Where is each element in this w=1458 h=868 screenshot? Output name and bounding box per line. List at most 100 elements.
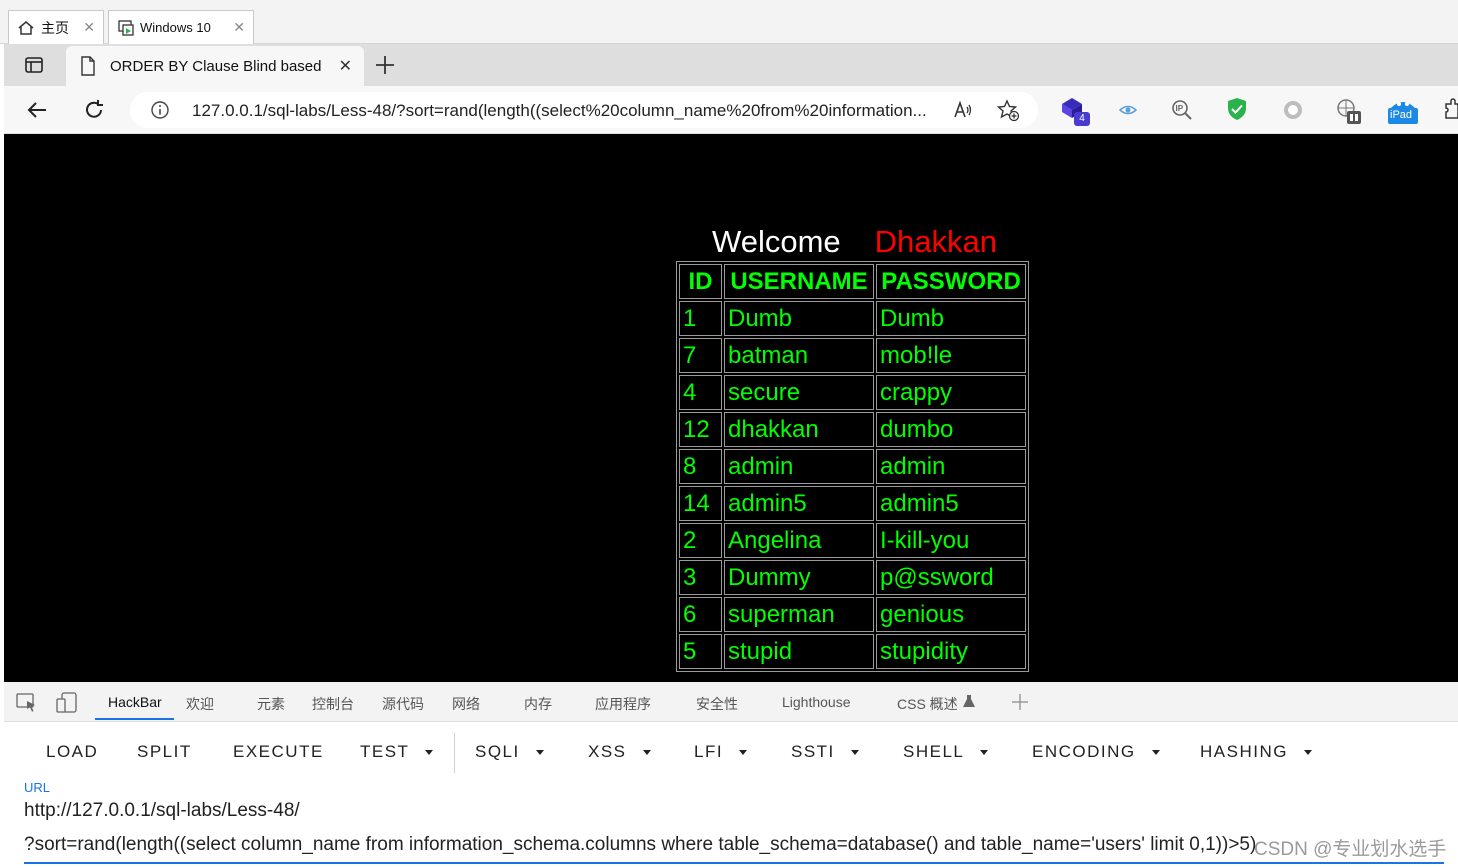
- tab-lighthouse[interactable]: Lighthouse: [782, 694, 851, 710]
- cell-id: 7: [679, 338, 722, 373]
- read-aloud-icon[interactable]: [952, 99, 974, 121]
- test-dropdown[interactable]: TEST: [360, 742, 434, 762]
- url-field-line-1[interactable]: http://127.0.0.1/sql-labs/Less-48/: [24, 800, 300, 822]
- cell-password: admin5: [876, 486, 1026, 521]
- close-icon[interactable]: ✕: [233, 19, 245, 36]
- lfi-dropdown-label: LFI: [694, 742, 724, 761]
- tab-hackbar[interactable]: HackBar: [108, 694, 162, 710]
- column-header-id: ID: [679, 264, 722, 299]
- device-emulation-icon[interactable]: [56, 692, 78, 714]
- tab-security[interactable]: 安全性: [696, 694, 738, 714]
- ssti-dropdown-label: SSTI: [791, 742, 835, 761]
- address-bar[interactable]: 127.0.0.1/sql-labs/Less-48/?sort=rand(le…: [130, 92, 1038, 128]
- caret-down-icon: [642, 750, 651, 756]
- url-field-line-2[interactable]: ?sort=rand(length((select column_name fr…: [24, 834, 1444, 856]
- page-content: Welcome Dhakkan ID USERNAME PASSWORD 1 Dum…: [4, 134, 1458, 682]
- caret-down-icon: [1303, 750, 1312, 756]
- lfi-dropdown[interactable]: LFI: [694, 742, 748, 762]
- table-row: 8 admin admin: [679, 449, 1026, 484]
- table-row: 3 Dummy p@ssword: [679, 560, 1026, 595]
- results-table: ID USERNAME PASSWORD 1 Dumb Dumb 7 batman mo…: [676, 261, 1029, 672]
- browser-tab-strip: ORDER BY Clause Blind based ✕: [4, 44, 1458, 86]
- tab-application[interactable]: 应用程序: [595, 694, 651, 714]
- split-button-label: SPLIT: [137, 742, 192, 761]
- execute-button[interactable]: EXECUTE: [233, 742, 324, 762]
- split-button[interactable]: SPLIT: [137, 742, 192, 762]
- caret-down-icon: [535, 750, 544, 756]
- sqli-dropdown-label: SQLI: [475, 742, 520, 761]
- tab-elements[interactable]: 元素: [257, 694, 285, 714]
- toolbar-divider: [454, 733, 455, 773]
- cell-password: I-kill-you: [876, 523, 1026, 558]
- column-header-username: USERNAME: [724, 264, 874, 299]
- xss-dropdown[interactable]: XSS: [588, 742, 651, 762]
- ssti-dropdown[interactable]: SSTI: [791, 742, 859, 762]
- devtools-panel: HackBar 欢迎 元素 控制台 源代码 网络 内存 应用程序 安全性 Lig…: [4, 682, 1458, 868]
- table-row: 6 superman genious: [679, 597, 1026, 632]
- back-icon[interactable]: [26, 98, 50, 122]
- tab-console[interactable]: 控制台: [312, 694, 354, 714]
- new-tab-icon[interactable]: [374, 54, 396, 76]
- inspect-element-icon[interactable]: [16, 693, 38, 713]
- tab-sources[interactable]: 源代码: [382, 694, 424, 714]
- cell-username: Dummy: [724, 560, 874, 595]
- ipad-label: iPad: [1390, 109, 1413, 121]
- cell-username: admin: [724, 449, 874, 484]
- cell-id: 6: [679, 597, 722, 632]
- close-icon[interactable]: ✕: [83, 19, 95, 36]
- load-button[interactable]: LOAD: [46, 742, 98, 762]
- tab-css-overview[interactable]: CSS 概述: [897, 694, 958, 714]
- shell-dropdown[interactable]: SHELL: [903, 742, 989, 762]
- sqli-dropdown[interactable]: SQLI: [475, 742, 544, 762]
- ip-lookup-icon[interactable]: IP: [1170, 98, 1194, 122]
- xss-dropdown-label: XSS: [588, 742, 627, 761]
- address-text[interactable]: 127.0.0.1/sql-labs/Less-48/?sort=rand(le…: [192, 101, 952, 121]
- caret-down-icon: [850, 750, 859, 756]
- table-row: 12 dhakkan dumbo: [679, 412, 1026, 447]
- table-header-row: ID USERNAME PASSWORD: [679, 264, 1026, 299]
- eye-icon[interactable]: [1118, 100, 1138, 120]
- circle-extension-icon[interactable]: [1282, 99, 1304, 121]
- welcome-name: Dhakkan: [874, 224, 997, 259]
- cell-id: 2: [679, 523, 722, 558]
- cell-password: crappy: [876, 375, 1026, 410]
- cell-password: stupidity: [876, 634, 1026, 669]
- table-row: 14 admin5 admin5: [679, 486, 1026, 521]
- column-header-password: PASSWORD: [876, 264, 1026, 299]
- close-icon[interactable]: ✕: [339, 56, 352, 76]
- navigation-bar: 127.0.0.1/sql-labs/Less-48/?sort=rand(le…: [4, 86, 1458, 134]
- proxy-extension-icon[interactable]: [1336, 98, 1362, 126]
- hackbar-toolbar: LOAD SPLIT EXECUTE TEST SQLI XSS LFI SST…: [4, 723, 1458, 781]
- shell-dropdown-label: SHELL: [903, 742, 965, 761]
- cell-id: 5: [679, 634, 722, 669]
- tab-welcome[interactable]: 欢迎: [186, 694, 214, 714]
- extension-ipad[interactable]: iPad: [1386, 96, 1420, 126]
- encoding-dropdown-label: ENCODING: [1032, 742, 1136, 761]
- vm-tab-home[interactable]: 主页 ✕: [8, 10, 104, 44]
- table-row: 1 Dumb Dumb: [679, 301, 1026, 336]
- browser-tab-active[interactable]: ORDER BY Clause Blind based ✕: [66, 46, 364, 86]
- add-tab-icon[interactable]: [1010, 692, 1030, 712]
- svg-text:IP: IP: [1176, 104, 1184, 113]
- home-icon: [18, 20, 34, 35]
- caret-down-icon: [739, 750, 748, 756]
- cell-password: admin: [876, 449, 1026, 484]
- hashing-dropdown[interactable]: HASHING: [1200, 742, 1312, 762]
- extensions-puzzle-icon[interactable]: [1442, 98, 1458, 122]
- info-icon[interactable]: [150, 100, 170, 120]
- tab-network[interactable]: 网络: [452, 694, 480, 714]
- tab-memory[interactable]: 内存: [524, 694, 552, 714]
- cell-password: Dumb: [876, 301, 1026, 336]
- shield-icon[interactable]: [1226, 97, 1248, 121]
- vm-tab-windows10[interactable]: Windows 10 ✕: [108, 10, 254, 44]
- welcome-heading: Welcome Dhakkan: [712, 224, 997, 260]
- cell-password: genious: [876, 597, 1026, 632]
- extension-hackbar[interactable]: 4: [1060, 96, 1090, 128]
- encoding-dropdown[interactable]: ENCODING: [1032, 742, 1160, 762]
- browser-tab-title: ORDER BY Clause Blind based: [110, 57, 322, 75]
- add-favorite-icon[interactable]: [996, 98, 1020, 122]
- refresh-icon[interactable]: [82, 98, 106, 122]
- cell-id: 3: [679, 560, 722, 595]
- cell-username: secure: [724, 375, 874, 410]
- tab-actions-icon[interactable]: [24, 55, 44, 75]
